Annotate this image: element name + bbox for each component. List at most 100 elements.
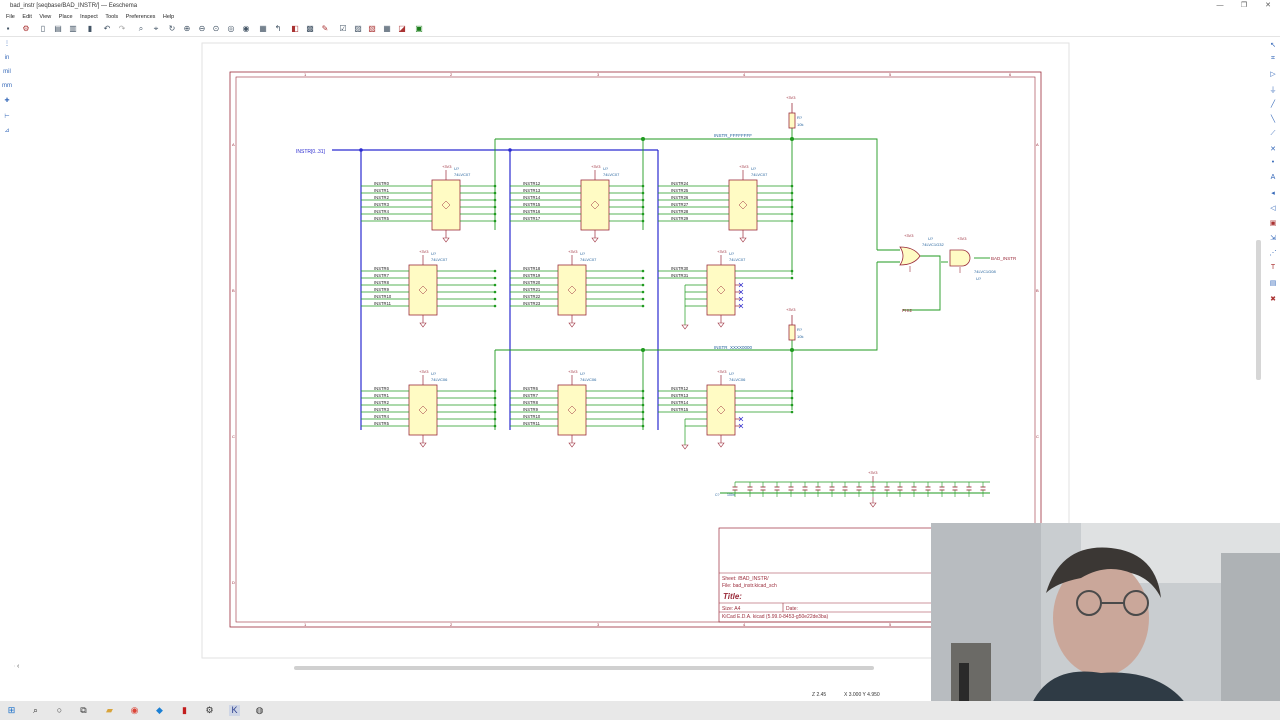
erc-icon[interactable]: ☑ [338, 24, 348, 34]
bom-icon[interactable]: ▧ [367, 24, 377, 34]
task-view-icon[interactable]: ⧉ [78, 705, 89, 716]
input-net-label: INSTR10 [374, 294, 392, 299]
annotate-icon[interactable]: ✎ [320, 24, 330, 34]
menu-place[interactable]: Place [59, 14, 73, 20]
ic-ref: U? [431, 371, 437, 376]
input-net-label: INSTR16 [523, 209, 541, 214]
units-mils[interactable]: mil [2, 69, 12, 79]
menu-inspect[interactable]: Inspect [80, 14, 98, 20]
other-app-icon[interactable]: ◍ [254, 705, 265, 716]
refresh-icon[interactable]: ↻ [167, 24, 177, 34]
kicad-taskbar-icon[interactable]: K [229, 705, 240, 716]
undo-icon[interactable]: ↶ [102, 24, 112, 34]
input-net-label: INSTR3 [374, 407, 390, 412]
image-icon[interactable]: ▤ [1268, 279, 1278, 289]
menu-file[interactable]: File [6, 14, 15, 20]
zoom-fit-icon[interactable]: ⊙ [211, 24, 221, 34]
footprint-assign-icon[interactable]: ▨ [353, 24, 363, 34]
print-icon[interactable]: ▤ [53, 24, 63, 34]
netlist-icon[interactable]: ▦ [382, 24, 392, 34]
symbol-browser-icon[interactable]: ▩ [305, 24, 315, 34]
input-net-label: INSTR28 [671, 209, 689, 214]
input-net-label: INSTR24 [671, 181, 689, 186]
symbol-editor-icon[interactable]: ◧ [290, 24, 300, 34]
plot-icon[interactable]: ▥ [68, 24, 78, 34]
global-label-icon[interactable]: ◂ [1268, 189, 1278, 199]
ic-ref: U? [580, 371, 586, 376]
menu-help[interactable]: Help [163, 14, 174, 20]
redo-icon[interactable]: ↷ [117, 24, 127, 34]
menu-edit[interactable]: Edit [22, 14, 31, 20]
settings-app-icon[interactable]: ⚙ [204, 705, 215, 716]
chrome-icon[interactable]: ◉ [129, 705, 140, 716]
graphic-line-icon[interactable]: ⋰ [1268, 249, 1278, 259]
pcb-editor-icon[interactable]: ▣ [414, 24, 424, 34]
select-icon[interactable]: ↖ [1268, 41, 1278, 51]
new-page-icon[interactable]: ▯ [38, 24, 48, 34]
window-title: bad_instr [seqbase/BAD_INSTR/] — Eeschem… [10, 3, 138, 9]
input-net-label: INSTR25 [671, 188, 689, 193]
cortana-icon[interactable]: ○ [54, 705, 65, 716]
junction-icon[interactable]: • [1268, 159, 1278, 169]
no-connect-icon[interactable]: ✕ [1268, 145, 1278, 155]
input-net-label: INSTR13 [523, 188, 541, 193]
bus-entry-icon[interactable]: ⊿ [2, 127, 12, 137]
grid-icon[interactable]: ⋮ [2, 40, 12, 50]
input-net-label: INSTR20 [523, 280, 541, 285]
vscode-icon[interactable]: ◆ [154, 705, 165, 716]
units-inches[interactable]: in [2, 55, 12, 65]
hier-sheet-icon[interactable]: ▣ [1268, 219, 1278, 229]
svg-text:+3V3: +3V3 [957, 236, 967, 241]
taskbar: ⊞ ⌕ ○ ⧉ ▰ ◉ ◆ ▮ ⚙ K ◍ [0, 701, 1280, 720]
wire-bus-entry-icon[interactable]: ⟋ [1268, 130, 1278, 140]
add-wire-icon[interactable]: ╱ [1268, 100, 1278, 110]
delete-icon[interactable]: ✖ [1268, 295, 1278, 305]
power-label: +3V3 [568, 369, 578, 374]
net-label-icon[interactable]: A [1268, 174, 1278, 184]
zoom-in-icon[interactable]: ⊕ [182, 24, 192, 34]
zoom-out-icon[interactable]: ⊖ [197, 24, 207, 34]
scroll-left-icon[interactable]: ‹ [17, 663, 19, 670]
find-replace-icon[interactable]: ⌖ [151, 24, 161, 34]
text-icon[interactable]: T [1268, 264, 1278, 274]
ic-body [557, 264, 587, 316]
add-symbol-icon[interactable]: ▷ [1268, 70, 1278, 80]
main-toolbar: ▪ ⚙ ▯ ▤ ▥ ▮ ↶ ↷ ⌕ ⌖ ↻ ⊕ ⊖ ⊙ ◎ ◉ ▦ ↰ ◧ ▩ … [0, 22, 1280, 37]
frame-row-letter: B [232, 288, 235, 293]
minimize-button[interactable]: — [1213, 0, 1227, 12]
hier-label-icon[interactable]: ◁ [1268, 204, 1278, 214]
scroll-thumb[interactable] [294, 666, 874, 670]
import-sheet-pin-icon[interactable]: ⇲ [1268, 234, 1278, 244]
power-label: +3V3 [442, 164, 452, 169]
file-explorer-icon[interactable]: ▰ [104, 705, 115, 716]
paste-icon[interactable]: ▮ [85, 24, 95, 34]
hidden-pins-icon[interactable]: ⊢ [2, 113, 12, 123]
zoom-selection-icon[interactable]: ◉ [241, 24, 251, 34]
cursor-icon[interactable]: ✚ [2, 97, 12, 107]
script-icon[interactable]: ◪ [397, 24, 407, 34]
close-button[interactable]: ✕ [1261, 0, 1275, 12]
input-label-phi2: PHI2 [902, 308, 913, 313]
find-icon[interactable]: ⌕ [136, 24, 146, 34]
net-label-ffffffff: INSTR_FFFFFFFF [714, 133, 752, 138]
app-icon[interactable]: ▮ [179, 705, 190, 716]
menu-view[interactable]: View [39, 14, 51, 20]
highlight-net-icon[interactable]: ⌗ [1268, 55, 1278, 65]
windows-start-icon[interactable]: ⊞ [6, 705, 17, 716]
ic-value: 74LVC06 [580, 377, 597, 382]
leave-sheet-icon[interactable]: ↰ [273, 24, 283, 34]
tb-sheet: Sheet: /BAD_INSTR/ [722, 576, 769, 582]
vertical-scrollbar[interactable] [1256, 240, 1261, 380]
units-mm[interactable]: mm [2, 83, 12, 93]
settings-icon[interactable]: ⚙ [21, 24, 31, 34]
add-bus-icon[interactable]: ╲ [1268, 115, 1278, 125]
maximize-button[interactable]: ❐ [1237, 0, 1251, 12]
hierarchy-icon[interactable]: ▦ [258, 24, 268, 34]
save-icon[interactable]: ▪ [3, 24, 13, 34]
add-power-icon[interactable]: ⏚ [1268, 85, 1278, 95]
menu-tools[interactable]: Tools [105, 14, 118, 20]
zoom-objects-icon[interactable]: ◎ [226, 24, 236, 34]
menu-preferences[interactable]: Preferences [126, 14, 156, 20]
search-icon[interactable]: ⌕ [30, 705, 41, 716]
input-net-label: INSTR3 [374, 202, 390, 207]
